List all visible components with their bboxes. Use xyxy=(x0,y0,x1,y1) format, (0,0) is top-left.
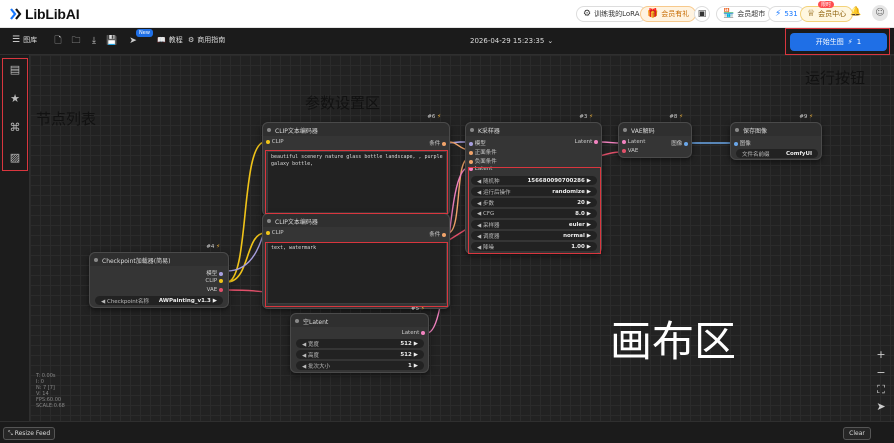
seed-widget[interactable]: ◀ 随机种 156680090700286 ▶ xyxy=(471,176,597,185)
negative-prompt-textarea[interactable]: text, watermark xyxy=(267,242,447,304)
output-latent[interactable]: Latent xyxy=(575,139,598,145)
output-latent[interactable]: Latent xyxy=(402,330,425,336)
node-clip-text-positive[interactable]: #6 ⚡ CLIP文本编码器 CLIP 条件 beautiful scenery… xyxy=(262,114,450,216)
output-model[interactable]: 模型 xyxy=(206,269,223,277)
denoise-widget[interactable]: ◀ 降噪 1.00 ▶ xyxy=(471,242,597,251)
input-clip[interactable]: CLIP xyxy=(266,139,284,145)
lightning-icon: ⚡ xyxy=(847,38,853,46)
node-sidebar: ▤ ★ ⌘ ▨ xyxy=(0,55,30,421)
image-gallery-icon[interactable]: ▨ xyxy=(8,151,22,165)
input-vae[interactable]: VAE xyxy=(622,148,638,154)
input-clip[interactable]: CLIP xyxy=(266,230,284,236)
star-icon[interactable]: ★ xyxy=(8,92,22,106)
checkpoint-name-select[interactable]: ◀ Checkpoint名称 AWPainting_v1.3 ▶ xyxy=(95,296,223,305)
node-library-icon[interactable]: ▤ xyxy=(8,63,22,77)
node-title: 保存图像 xyxy=(731,123,821,136)
input-image[interactable]: 图像 xyxy=(734,139,751,147)
bottom-bar: ⤡ Resize Feed Clear xyxy=(0,421,894,443)
node-title: VAE解码 xyxy=(619,123,691,136)
run-count: 1 xyxy=(856,38,862,46)
node-id: #3 ⚡ xyxy=(579,114,593,120)
node-title: 空Latent xyxy=(291,314,428,327)
output-clip[interactable]: CLIP xyxy=(205,278,223,284)
input-model[interactable]: 模型 xyxy=(469,139,486,147)
input-latent[interactable]: Latent xyxy=(469,166,492,172)
node-title: K采样器 xyxy=(466,123,601,136)
positive-prompt-textarea[interactable]: beautiful scenery nature glass bottle la… xyxy=(267,151,447,213)
workflow-tree-icon[interactable]: ⌘ xyxy=(8,121,22,135)
node-id: #4 ⚡ xyxy=(206,244,220,250)
node-clip-text-negative[interactable]: CLIP文本编码器 CLIP 条件 text, watermark #5 ⚡ xyxy=(262,213,450,312)
node-id: #6 ⚡ xyxy=(427,114,441,120)
annotation-node-list: 节点列表 xyxy=(36,110,97,128)
annotation-params-area: 参数设置区 xyxy=(305,94,381,112)
cfg-widget[interactable]: ◀ CFG 8.0 ▶ xyxy=(471,209,597,218)
output-conditioning[interactable]: 条件 xyxy=(429,230,446,238)
node-save-image[interactable]: #9 ⚡ 保存图像 图像 文件名前缀 ComfyUI xyxy=(730,114,822,160)
node-ksampler[interactable]: #3 ⚡ K采样器 模型 正面条件 负面条件 Latent Latent ◀ 随… xyxy=(465,114,602,254)
link-clip-negative xyxy=(226,232,266,283)
width-widget[interactable]: ◀ 宽度 512 ▶ xyxy=(296,339,424,348)
run-button[interactable]: 开始生图 ⚡ 1 xyxy=(790,33,887,51)
node-id: #5 ⚡ xyxy=(411,306,425,312)
steps-widget[interactable]: ◀ 步数 20 ▶ xyxy=(471,198,597,207)
clear-button[interactable]: Clear xyxy=(843,427,871,440)
output-vae[interactable]: VAE xyxy=(207,287,223,293)
node-title: CLIP文本编码器 xyxy=(263,123,449,136)
height-widget[interactable]: ◀ 高度 512 ▶ xyxy=(296,350,424,359)
node-empty-latent[interactable]: 空Latent Latent ◀ 宽度 512 ▶ ◀ 高度 512 ▶ ◀ 批次大… xyxy=(290,313,429,373)
batch-size-widget[interactable]: ◀ 批次大小 1 ▶ xyxy=(296,361,424,370)
scheduler-widget[interactable]: ◀ 调度器 normal ▶ xyxy=(471,231,597,240)
canvas-stats: T: 0.00s I: 0 N: 7 [7] V: 14 FPS:60.00 SCALE… xyxy=(36,373,65,409)
output-conditioning[interactable]: 条件 xyxy=(429,139,446,147)
zoom-out-icon[interactable]: − xyxy=(874,366,888,380)
run-button-label: 开始生图 xyxy=(815,38,844,46)
filename-prefix-widget[interactable]: 文件名前缀 ComfyUI xyxy=(736,149,818,158)
node-title: CLIP文本编码器 xyxy=(263,214,449,227)
annotation-run-button: 运行按钮 xyxy=(805,69,866,87)
cursor-mode-icon[interactable]: ➤ xyxy=(874,400,888,414)
node-id: #9 ⚡ xyxy=(799,114,813,120)
annotation-canvas-area: 画布区 xyxy=(610,317,737,366)
node-id: #8 ⚡ xyxy=(669,114,683,120)
sampler-widget[interactable]: ◀ 采样器 euler ▶ xyxy=(471,220,597,229)
node-title: Checkpoint加载器(简易) xyxy=(90,253,228,266)
input-latent[interactable]: Latent xyxy=(622,139,645,145)
node-checkpoint-loader[interactable]: #4 ⚡ Checkpoint加载器(简易) 模型 CLIP VAE ◀ Che… xyxy=(89,244,229,308)
resize-feed-button[interactable]: ⤡ Resize Feed xyxy=(3,427,56,440)
input-positive[interactable]: 正面条件 xyxy=(469,148,497,156)
node-vae-decode[interactable]: #8 ⚡ VAE解码 Latent VAE 图像 xyxy=(618,114,692,158)
zoom-in-icon[interactable]: + xyxy=(874,348,888,362)
fit-view-icon[interactable]: ⛶ xyxy=(874,383,888,397)
control-after-generate-widget[interactable]: ◀ 运行后操作 randomize ▶ xyxy=(471,187,597,196)
output-image[interactable]: 图像 xyxy=(671,139,688,147)
input-negative[interactable]: 负面条件 xyxy=(469,157,497,165)
